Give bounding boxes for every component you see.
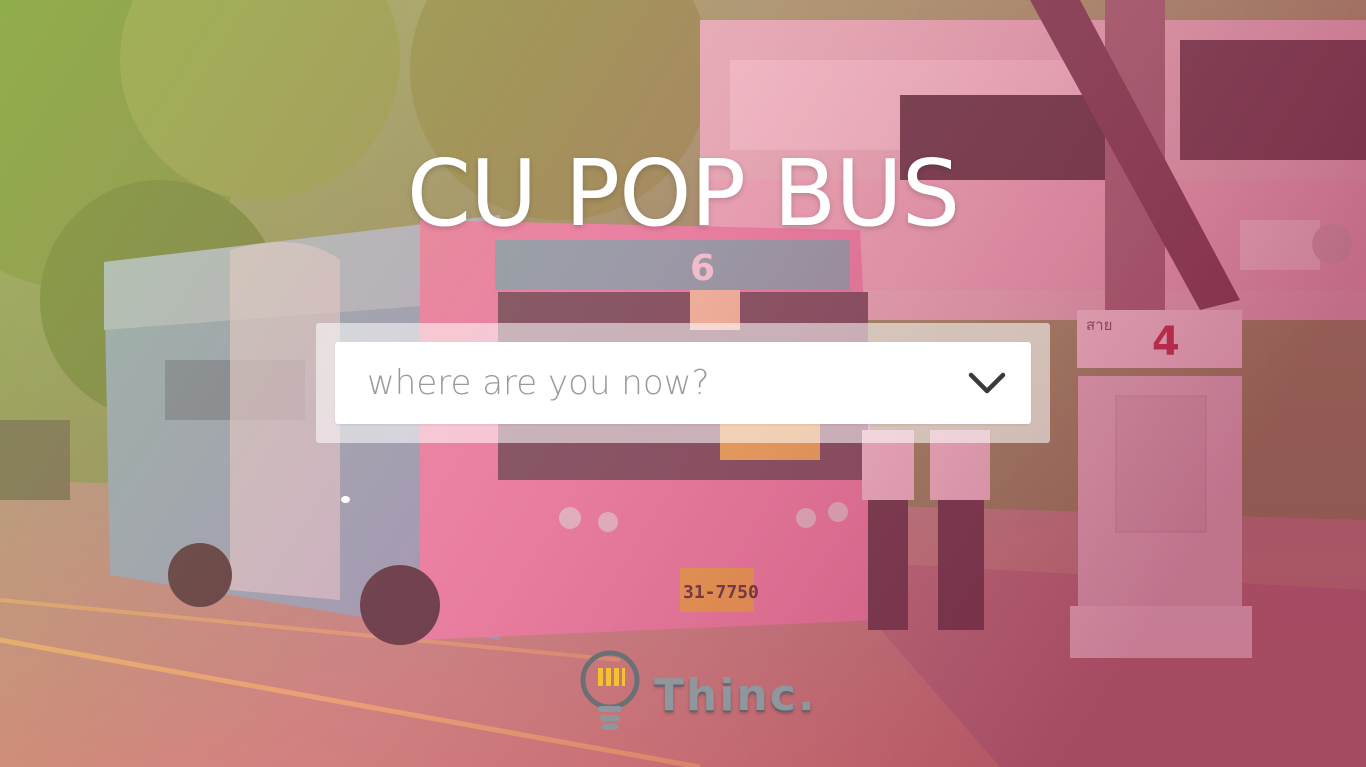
brand-name: Thinc. [654, 670, 817, 721]
chevron-down-icon[interactable] [967, 368, 1007, 398]
search-panel: where are you now? [316, 323, 1050, 443]
carousel-indicator-dot[interactable] [341, 496, 350, 503]
location-select[interactable]: where are you now? [335, 342, 1031, 424]
location-select-placeholder: where are you now? [367, 363, 710, 403]
landing-page: สาย 4 6 31-7750 CU POP BUS where are you… [0, 0, 1366, 767]
page-title: CU POP BUS [406, 140, 960, 247]
brand-logo: Thinc. [578, 648, 815, 744]
lightbulb-icon [580, 650, 640, 730]
